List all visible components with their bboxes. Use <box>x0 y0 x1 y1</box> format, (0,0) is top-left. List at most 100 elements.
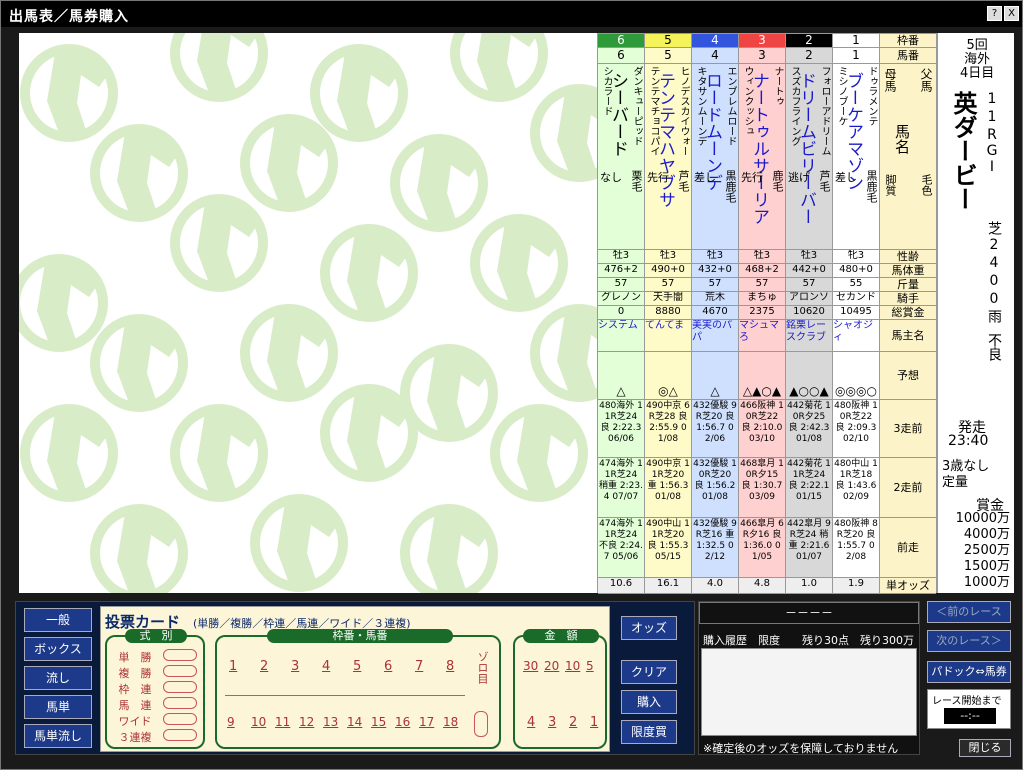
bet-type-checkbox[interactable] <box>163 665 197 677</box>
next-race-button[interactable]: 次のレース＞ <box>927 630 1011 652</box>
cell-weight: 476+2 <box>598 264 644 278</box>
horse-name[interactable]: ドリームビリーバー <box>796 72 816 225</box>
cell-odds[interactable]: 1.0 <box>786 578 832 594</box>
cell-sexage: 牡3 <box>786 250 832 264</box>
cell-weight: 468+2 <box>739 264 785 278</box>
label-mother: 母馬 <box>883 68 897 92</box>
number-button-6[interactable]: 6 <box>384 659 392 674</box>
close-window-button[interactable]: X <box>1004 6 1019 21</box>
cell-owner[interactable]: システム <box>598 320 644 352</box>
cell-odds[interactable]: 4.0 <box>692 578 738 594</box>
umatan-nagashi-button[interactable]: 馬単流し <box>24 724 92 748</box>
horse-logo-mark <box>175 199 263 287</box>
bet-type-checkbox[interactable] <box>163 697 197 709</box>
cell-owner[interactable]: 銘栗レースクラブ <box>786 320 832 352</box>
amount-button-1[interactable]: 1 <box>590 715 598 730</box>
number-button-15[interactable]: 15 <box>371 715 386 729</box>
horse-column[interactable]: 6 6 ダンキューピッド シーバード シカラード なし 栗毛 牡3 476+2 57 グレノン 0 シス… <box>598 34 645 594</box>
horse-logo-mark <box>245 309 333 397</box>
cell-odds[interactable]: 16.1 <box>645 578 691 594</box>
umatan-button[interactable]: 馬単 <box>24 695 92 719</box>
coat-color: 芦毛 <box>818 170 831 192</box>
horse-name[interactable]: テンテマハヤブサ <box>655 72 675 208</box>
cell-yoso: △▲○▲ <box>739 352 785 400</box>
clear-button[interactable]: クリア <box>621 660 677 684</box>
cell-owner[interactable]: シャオジィ <box>833 320 879 352</box>
cell-prev3: 442菊花 10R夕25 良 2:42.3 01/08 <box>786 400 832 458</box>
odds-button[interactable]: オッズ <box>621 616 677 640</box>
amount-button-30[interactable]: 30 <box>523 659 538 673</box>
horse-name[interactable]: ナートゥルサーリア <box>749 72 769 225</box>
horse-profile-cell: ヒノデスカイウォー テンテマハヤブサ テンテマチョコパイ 先行 芦毛 <box>645 64 691 250</box>
amount-button-20[interactable]: 20 <box>544 659 559 673</box>
cell-yoso: ▲○○▲ <box>786 352 832 400</box>
cell-owner[interactable]: てんてま <box>645 320 691 352</box>
start-time: 23:40 <box>948 433 989 449</box>
cell-prev1: 466皐月 6R夕16 良 1:36.0 01/05 <box>739 518 785 578</box>
number-button-16[interactable]: 16 <box>395 715 410 729</box>
number-button-7[interactable]: 7 <box>415 659 423 674</box>
cell-odds[interactable]: 4.8 <box>739 578 785 594</box>
amount-button-2[interactable]: 2 <box>569 715 577 730</box>
cell-odds[interactable]: 1.9 <box>833 578 879 594</box>
horse-column[interactable]: 5 5 ヒノデスカイウォー テンテマハヤブサ テンテマチョコパイ 先行 芦毛 牡3 490+0 5… <box>645 34 692 594</box>
label-umaban: 馬番 <box>880 48 936 64</box>
horse-name[interactable]: シーバード <box>608 72 628 157</box>
amount-button-5[interactable]: 5 <box>586 659 594 673</box>
number-button-10[interactable]: 10 <box>251 715 266 729</box>
cell-jockey: 天手闇 <box>645 292 691 306</box>
number-button-3[interactable]: 3 <box>291 659 299 674</box>
horse-profile-cell: ダンキューピッド シーバード シカラード なし 栗毛 <box>598 64 644 250</box>
number-button-2[interactable]: 2 <box>260 659 268 674</box>
amount-button-4[interactable]: 4 <box>527 715 535 730</box>
number-button-9[interactable]: 9 <box>227 715 235 729</box>
cell-sexage: 牡3 <box>692 250 738 264</box>
paddock-toggle-button[interactable]: パドック⇔馬券 <box>927 661 1011 683</box>
running-style: 差し <box>694 171 716 184</box>
label-sexage: 性齢 <box>880 250 936 264</box>
history-list[interactable] <box>701 648 917 736</box>
cell-owner[interactable]: マシュマろ <box>739 320 785 352</box>
prev-race-button[interactable]: ＜前のレース <box>927 601 1011 623</box>
coat-color: 黒鹿毛 <box>865 170 878 203</box>
horse-column[interactable]: 2 2 フォローアドリーム ドリームビリーバー スズカフライング 逃げ 芦毛 牡3 442+0 5… <box>786 34 833 594</box>
limit-buy-button[interactable]: 限度買 <box>621 720 677 744</box>
nagashi-button[interactable]: 流し <box>24 666 92 690</box>
horse-column[interactable]: 1 1 ドゥラメンテ ブーケアマゾン ミシノブーケ 差し 黒鹿毛 牝3 480+0 55 セカンド 1… <box>833 34 880 594</box>
ippan-button[interactable]: 一般 <box>24 608 92 632</box>
horse-logo-mark <box>95 129 183 217</box>
sire-name: ドゥラメンテ <box>866 66 877 126</box>
cell-kinryo: 55 <box>833 278 879 292</box>
horse-column[interactable]: 3 3 ナートゥ ナートゥルサーリア ウィンクッシュ 先行 鹿毛 牡3 468+2 57 まちゅ 23… <box>739 34 786 594</box>
number-button-4[interactable]: 4 <box>322 659 330 674</box>
number-button-13[interactable]: 13 <box>323 715 338 729</box>
cell-jockey: アロンソ <box>786 292 832 306</box>
number-button-14[interactable]: 14 <box>347 715 362 729</box>
close-button[interactable]: 閉じる <box>959 739 1011 757</box>
buy-button[interactable]: 購入 <box>621 690 677 714</box>
horse-column[interactable]: 4 4 エンブレムロード ロードムーンデ キタサンムーンデ 差し 黒鹿毛 牡3 432+0 57 荒… <box>692 34 739 594</box>
running-style: 先行 <box>647 171 669 184</box>
box-button[interactable]: ボックス <box>24 637 92 661</box>
number-button-17[interactable]: 17 <box>419 715 434 729</box>
cell-prev2: 480中山 11R芝18 良 1:43.6 02/09 <box>833 458 879 518</box>
amount-button-3[interactable]: 3 <box>548 715 556 730</box>
cell-odds[interactable]: 10.6 <box>598 578 644 594</box>
bet-type-checkbox[interactable] <box>163 649 197 661</box>
dam-name: ウィンクッシュ <box>742 66 753 136</box>
cell-owner[interactable]: 美実のパパ <box>692 320 738 352</box>
help-button[interactable]: ? <box>987 6 1002 21</box>
number-button-5[interactable]: 5 <box>353 659 361 674</box>
amount-button-10[interactable]: 10 <box>565 659 580 673</box>
bet-type-checkbox[interactable] <box>163 713 197 725</box>
number-button-12[interactable]: 12 <box>299 715 314 729</box>
number-button-8[interactable]: 8 <box>446 659 454 674</box>
cell-weight: 432+0 <box>692 264 738 278</box>
number-button-1[interactable]: 1 <box>229 659 237 674</box>
bet-type-checkbox[interactable] <box>163 729 197 741</box>
number-button-18[interactable]: 18 <box>443 715 458 729</box>
coat-color: 芦毛 <box>677 170 690 192</box>
zorome-checkbox[interactable] <box>474 711 488 737</box>
bet-type-checkbox[interactable] <box>163 681 197 693</box>
number-button-11[interactable]: 11 <box>275 715 290 729</box>
